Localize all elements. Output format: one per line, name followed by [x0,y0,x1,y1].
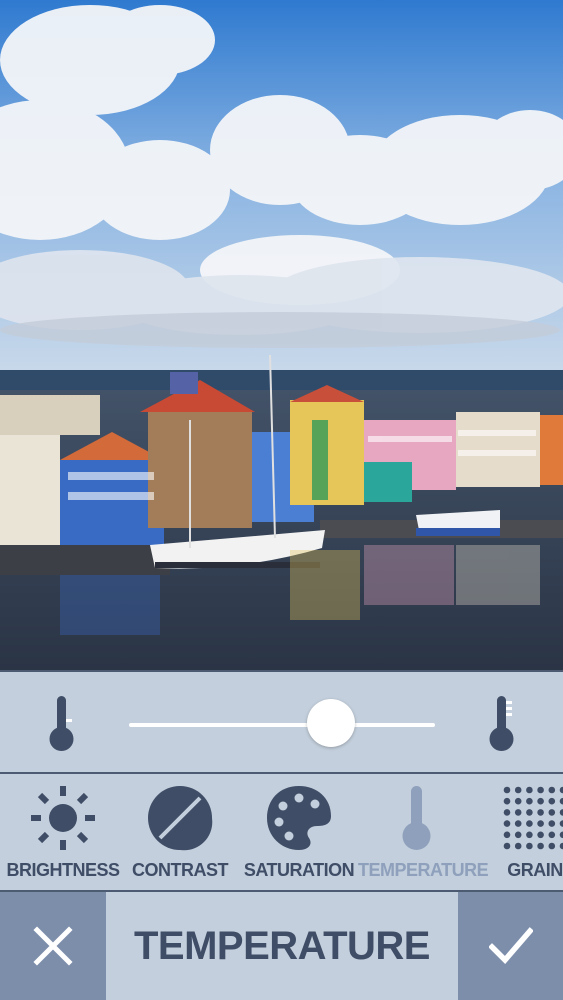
tool-temperature[interactable]: TEMPERATURE [358,774,489,890]
tool-label: SATURATION [243,860,355,880]
palette-icon [265,784,333,852]
thermometer-high-icon [484,692,518,756]
confirm-button[interactable] [458,892,563,1000]
tool-label: TEMPERATURE [358,860,489,880]
bottom-action-bar: TEMPERATURE [0,892,563,1000]
adjustment-tools-bar: BRIGHTNESS CONTRAST SATURATION TEMPERATU… [0,772,563,892]
tool-grain[interactable]: GRAIN [476,774,563,890]
tool-saturation[interactable]: SATURATION [240,774,358,890]
tool-label: GRAIN [507,860,563,880]
tool-contrast[interactable]: CONTRAST [121,774,239,890]
thermometer-icon [383,784,451,852]
tool-label: CONTRAST [132,860,229,880]
contrast-icon [146,784,214,852]
thermometer-low-icon [44,692,78,756]
check-icon [489,927,533,965]
temperature-slider-track[interactable] [129,723,435,727]
tool-brightness[interactable]: BRIGHTNESS [4,774,122,890]
photo-preview [0,0,563,670]
tool-label: BRIGHTNESS [6,860,120,880]
temperature-slider-handle[interactable] [306,699,355,747]
temperature-slider-panel [0,670,563,772]
cancel-button[interactable] [0,892,106,1000]
close-icon [33,926,73,966]
sun-icon [29,784,97,852]
page-title: TEMPERATURE [134,924,430,968]
grain-icon [501,784,563,852]
